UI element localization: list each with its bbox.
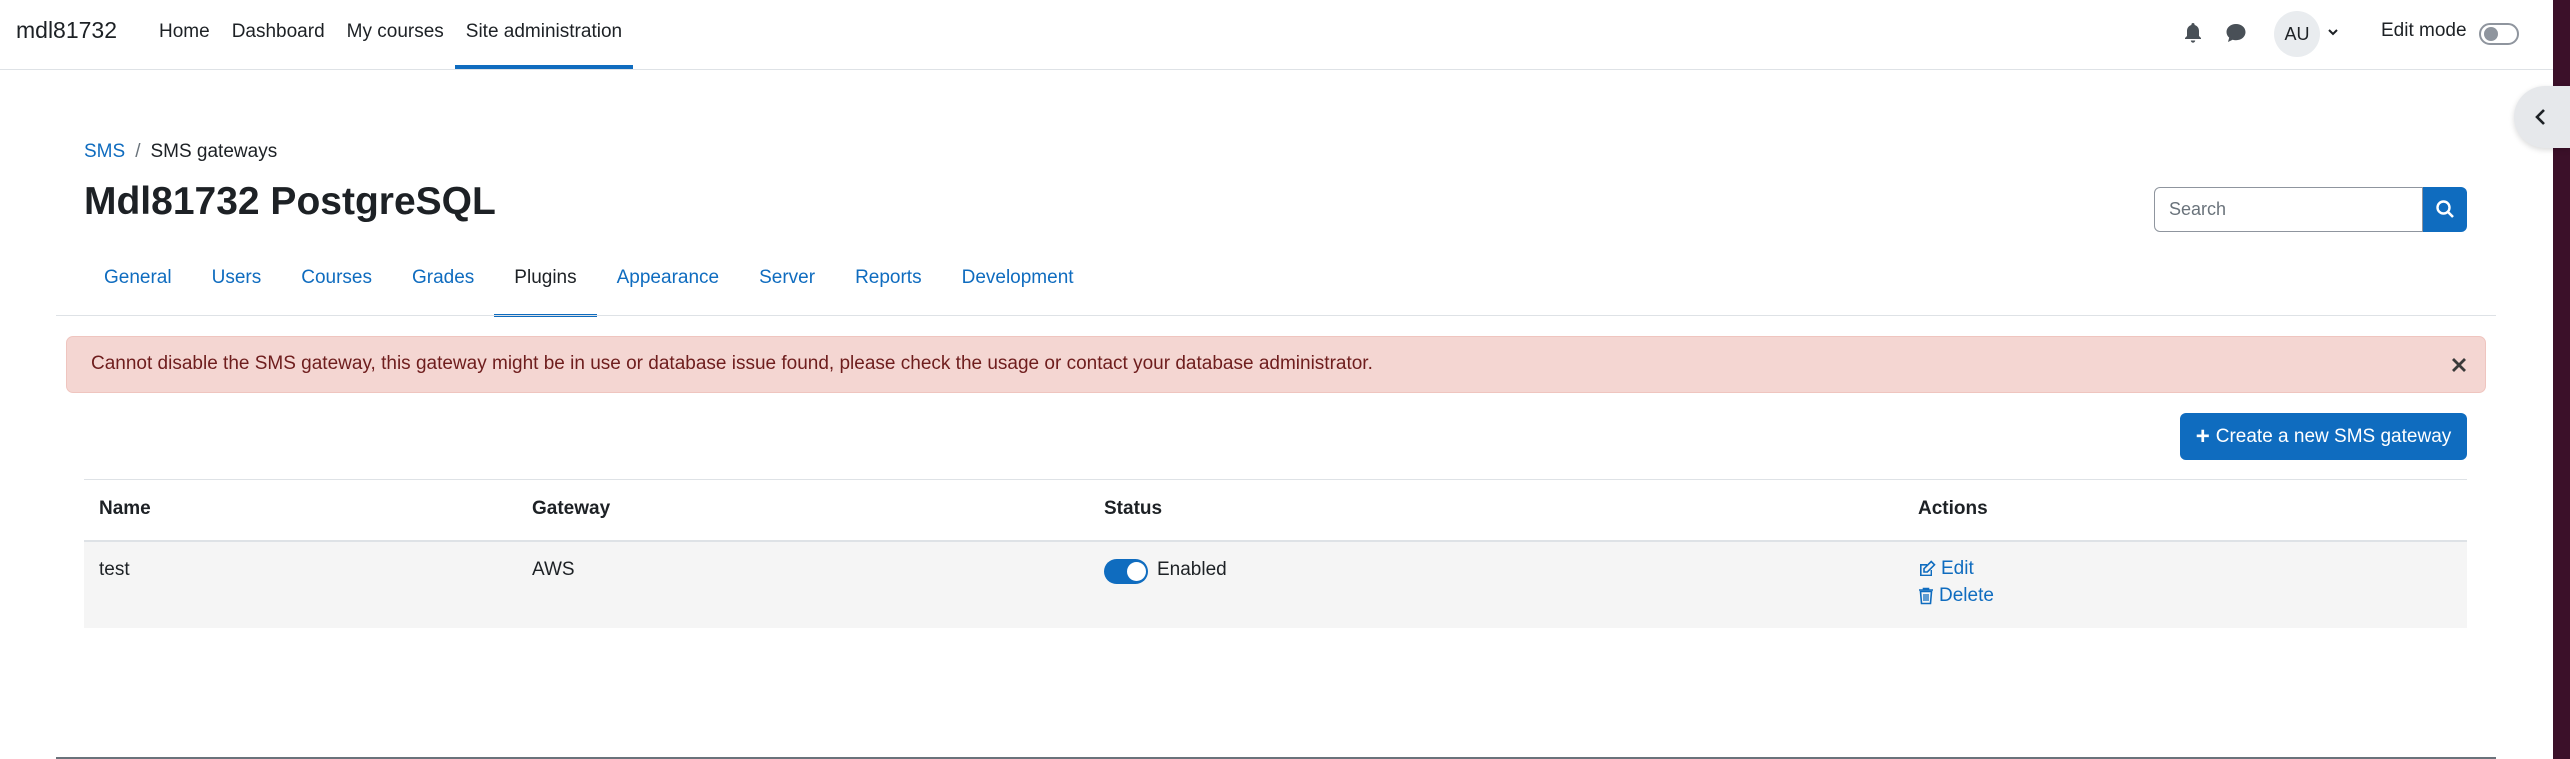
notifications-bell-icon[interactable]: [2183, 22, 2203, 44]
breadcrumb-separator: /: [135, 141, 141, 162]
nav-home[interactable]: Home: [148, 0, 221, 69]
nav-dashboard[interactable]: Dashboard: [221, 0, 336, 69]
error-alert: Cannot disable the SMS gateway, this gat…: [66, 336, 2486, 393]
edit-link-label: Edit: [1941, 558, 1974, 579]
table-row: [84, 542, 2467, 628]
search-icon: [2436, 200, 2454, 218]
table-top-border: [84, 479, 2467, 480]
edit-icon: [1920, 560, 1936, 576]
tab-reports[interactable]: Reports: [835, 250, 942, 317]
messages-chat-icon[interactable]: [2225, 22, 2247, 44]
column-header-status: Status: [1104, 498, 1163, 519]
column-header-actions: Actions: [1918, 498, 1988, 519]
admin-search-input[interactable]: [2154, 187, 2423, 232]
breadcrumb-sms-link[interactable]: SMS: [84, 141, 125, 162]
trash-icon: [1919, 587, 1933, 605]
user-avatar[interactable]: AU: [2274, 11, 2320, 57]
nav-my-courses[interactable]: My courses: [336, 0, 455, 69]
chevron-left-icon: [2535, 109, 2545, 125]
create-sms-gateway-label: Create a new SMS gateway: [2215, 425, 2452, 447]
search-submit-button[interactable]: [2423, 187, 2467, 232]
tab-general[interactable]: General: [84, 250, 192, 317]
row-gateway-cell: AWS: [532, 559, 575, 580]
top-navbar: mdl81732 Home Dashboard My courses Site …: [0, 0, 2553, 70]
primary-navigation: Home Dashboard My courses Site administr…: [148, 0, 634, 69]
edit-mode-label: Edit mode: [2381, 20, 2467, 41]
page-title: Mdl81732 PostgreSQL: [84, 180, 496, 223]
alert-close-icon[interactable]: [2449, 355, 2469, 375]
admin-tabs: General Users Courses Grades Plugins App…: [84, 250, 1094, 317]
tab-grades[interactable]: Grades: [392, 250, 494, 317]
tab-plugins[interactable]: Plugins: [494, 250, 597, 317]
row-status-label: Enabled: [1157, 559, 1227, 580]
gateway-enabled-toggle[interactable]: [1104, 559, 1148, 584]
breadcrumb: SMS / SMS gateways: [84, 141, 277, 163]
user-menu-chevron-down-icon[interactable]: [2326, 25, 2340, 39]
column-header-gateway: Gateway: [532, 498, 611, 519]
edit-gateway-link[interactable]: Edit: [1918, 558, 1974, 580]
edit-mode-toggle-knob: [2484, 27, 2498, 41]
plus-icon: +: [2195, 422, 2210, 450]
create-sms-gateway-button[interactable]: + Create a new SMS gateway: [2180, 413, 2467, 460]
row-name-cell: test: [99, 559, 130, 580]
open-block-drawer-button[interactable]: [2514, 86, 2570, 148]
site-brand[interactable]: mdl81732: [16, 17, 117, 44]
nav-site-administration[interactable]: Site administration: [454, 0, 634, 69]
tab-users[interactable]: Users: [192, 250, 282, 317]
tab-appearance[interactable]: Appearance: [597, 250, 739, 317]
breadcrumb-current: SMS gateways: [150, 141, 278, 162]
edit-mode-toggle[interactable]: [2479, 23, 2519, 45]
delete-link-label: Delete: [1939, 585, 1994, 606]
tabs-divider: [56, 315, 2496, 316]
column-header-name: Name: [99, 498, 151, 519]
gateway-enabled-toggle-knob: [1127, 562, 1146, 581]
alert-message: Cannot disable the SMS gateway, this gat…: [91, 353, 1373, 374]
tab-server[interactable]: Server: [739, 250, 835, 317]
delete-gateway-link[interactable]: Delete: [1918, 585, 1994, 607]
tab-development[interactable]: Development: [942, 250, 1094, 317]
tab-courses[interactable]: Courses: [281, 250, 392, 317]
